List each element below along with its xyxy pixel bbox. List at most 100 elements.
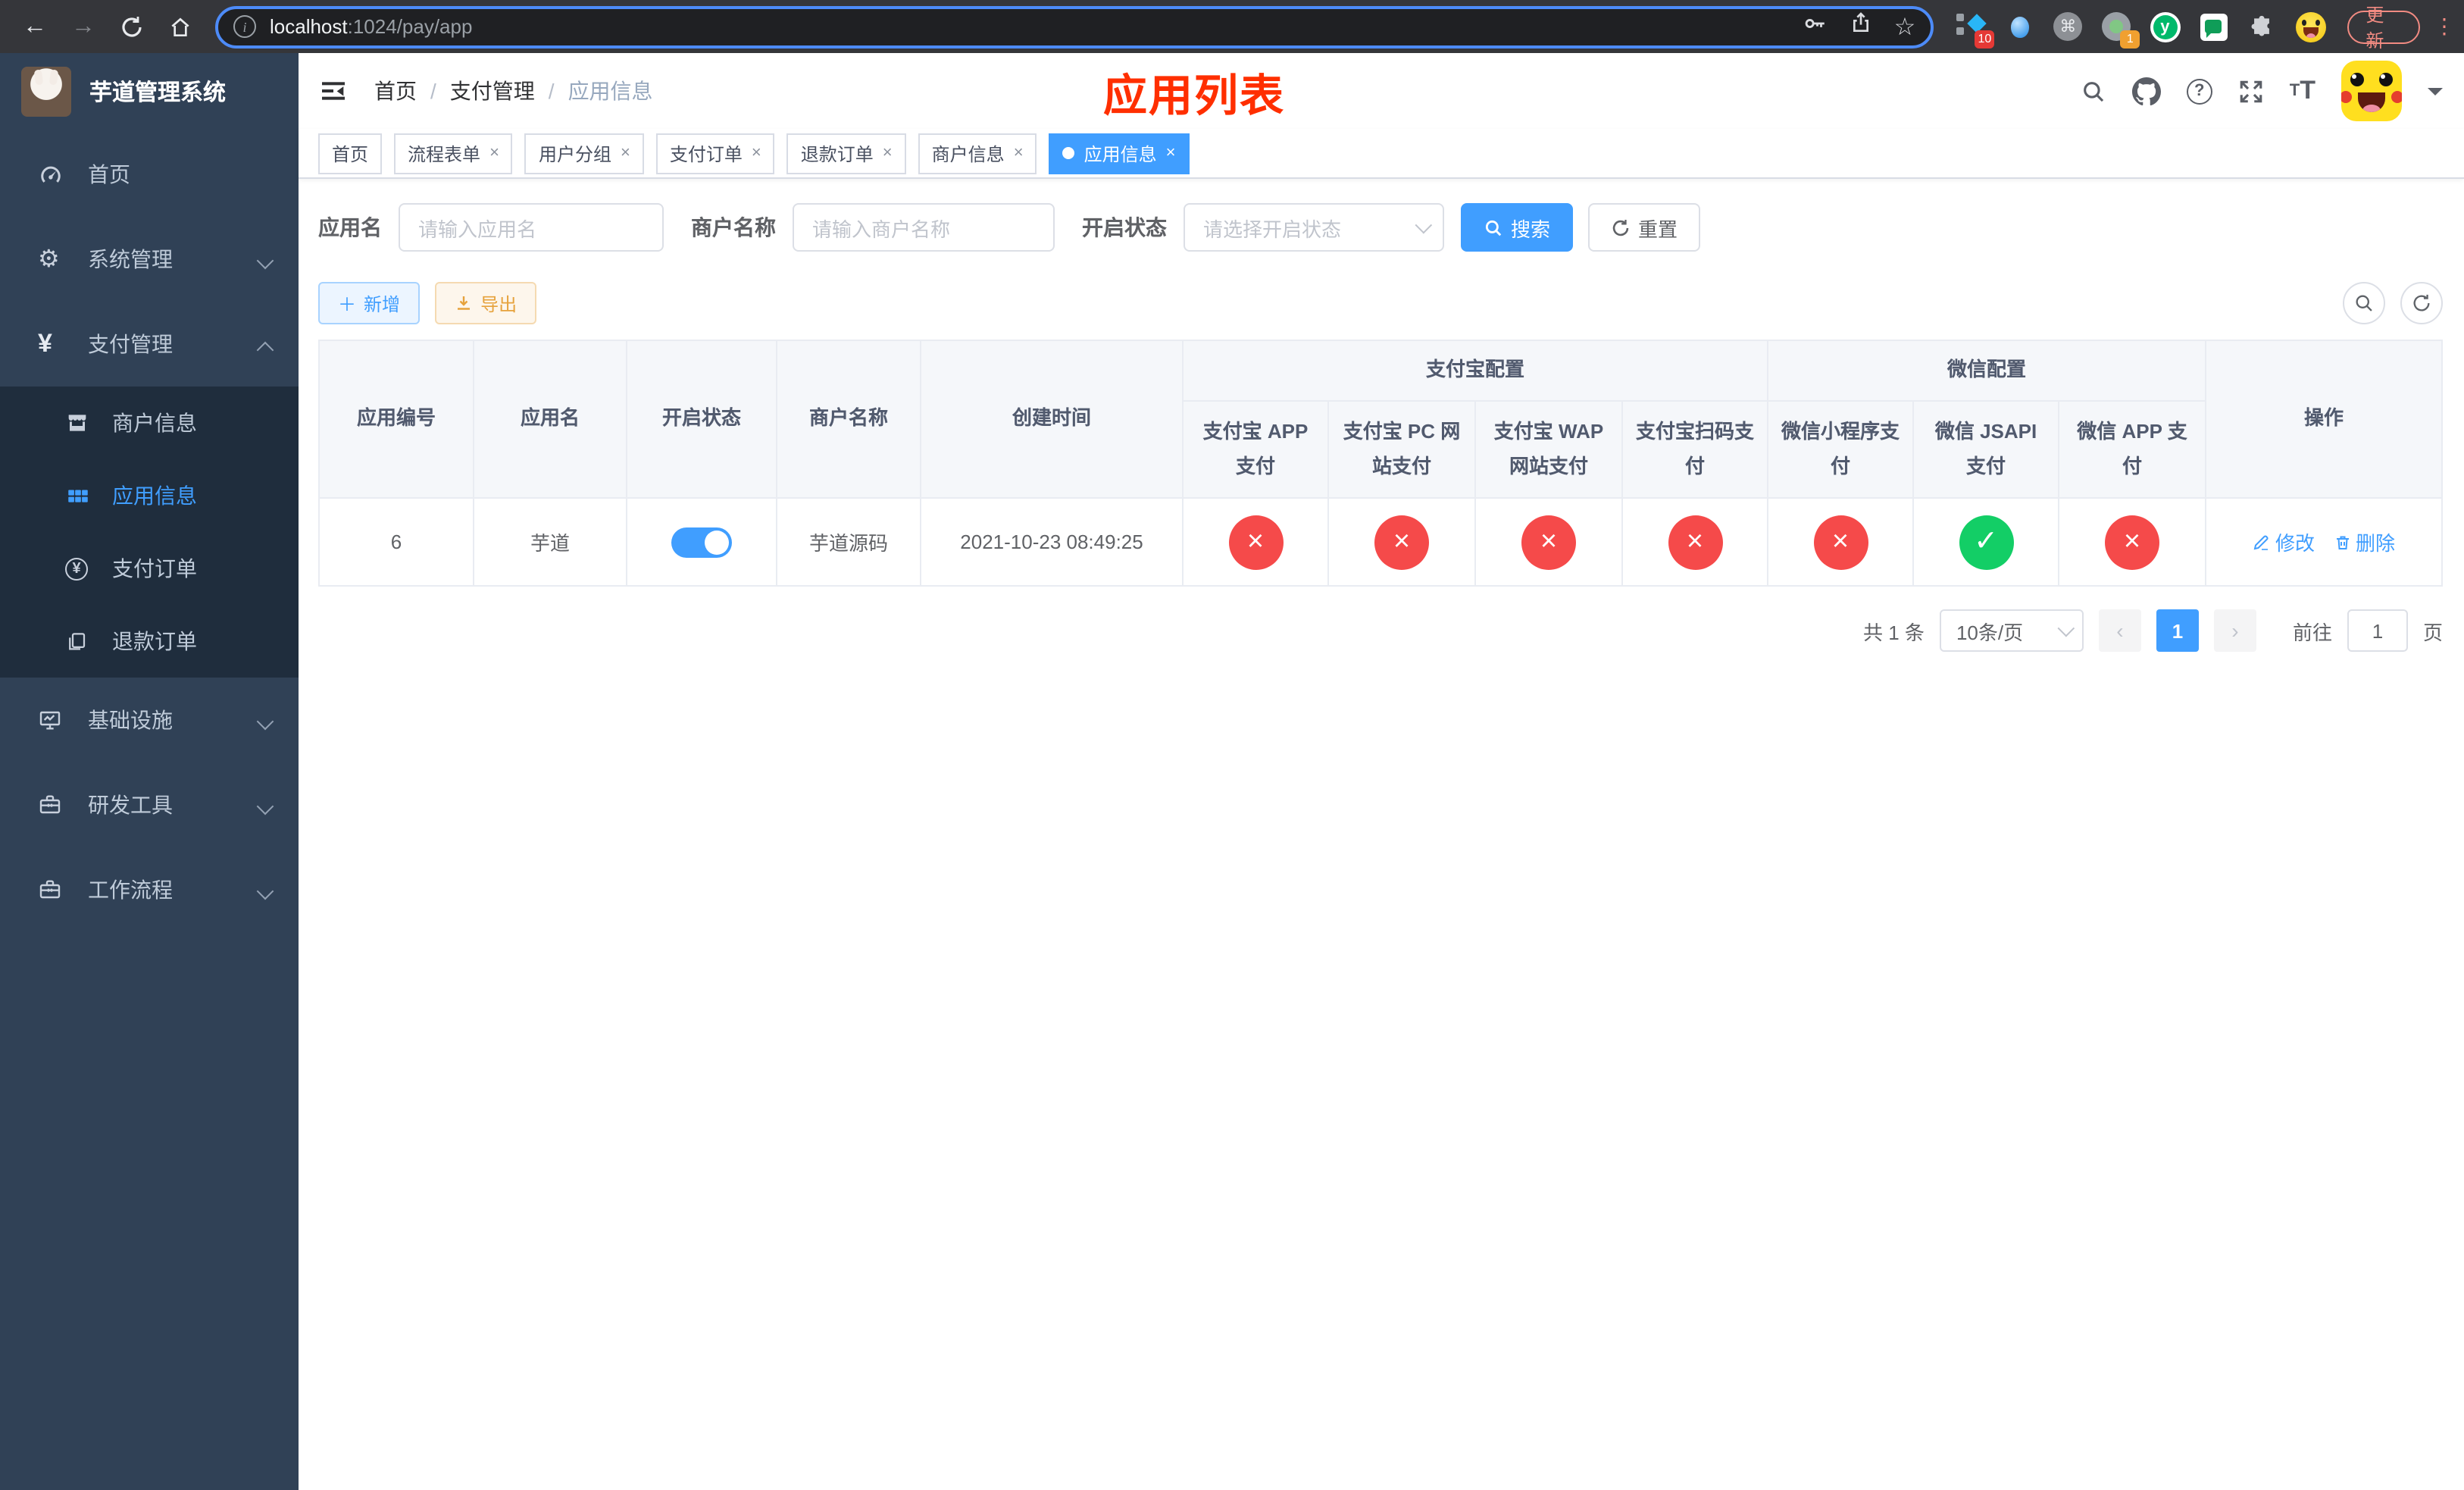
tab-refund-order[interactable]: 退款订单 × xyxy=(786,133,906,174)
refresh-table-button[interactable] xyxy=(2400,282,2443,324)
sidebar-item-workflow[interactable]: 工作流程 xyxy=(0,847,299,932)
balloon-extension-icon[interactable] xyxy=(2003,11,2035,42)
delete-link[interactable]: 删除 xyxy=(2333,527,2395,556)
browser-menu-icon[interactable]: ⋮ xyxy=(2434,14,2455,39)
tab-merchant-info[interactable]: 商户信息 × xyxy=(918,133,1037,174)
tabs-bar: 首页 流程表单 × 用户分组 × 支付订单 × 退款订单 × 商户信息 × 应用信息 × xyxy=(299,129,2464,179)
share-icon[interactable] xyxy=(1849,11,1873,42)
app-name-input[interactable]: 请输入应用名 xyxy=(399,203,664,252)
extensions-tray: 10 ⌘ 1 y xyxy=(1955,11,2326,49)
password-key-icon[interactable] xyxy=(1802,10,1828,43)
status-toggle-on[interactable] xyxy=(671,527,732,557)
tab-label: 应用信息 xyxy=(1083,143,1157,164)
avatar-dropdown-caret[interactable] xyxy=(2428,87,2443,102)
sidebar-item-devtools[interactable]: 研发工具 xyxy=(0,762,299,847)
col-header-wx-app: 微信 APP 支付 xyxy=(2058,400,2207,499)
placeholder-text: 请输入商户名称 xyxy=(812,218,951,240)
browser-back-icon[interactable]: ← xyxy=(15,7,55,46)
sidebar-item-merchant-info[interactable]: 商户信息 xyxy=(0,387,299,459)
address-bar[interactable]: i localhost:1024/pay/app ☆ xyxy=(215,5,1934,48)
sidebar-item-label: 应用信息 xyxy=(112,484,197,508)
app-logo-rabbit xyxy=(21,66,71,116)
col-header-wx-jsapi: 微信 JSAPI 支付 xyxy=(1912,400,2060,499)
breadcrumb-home[interactable]: 首页 xyxy=(374,76,417,106)
sidebar-item-infrastructure[interactable]: 基础设施 xyxy=(0,678,299,762)
prev-page-button[interactable]: ‹ xyxy=(2098,609,2141,652)
close-icon[interactable]: × xyxy=(1014,144,1024,162)
reset-button[interactable]: 重置 xyxy=(1588,203,1701,252)
browser-forward-icon[interactable]: → xyxy=(64,7,103,46)
next-page-button[interactable]: › xyxy=(2213,609,2256,652)
browser-home-icon[interactable] xyxy=(161,7,200,46)
sidebar-item-home[interactable]: 首页 xyxy=(0,132,299,217)
navbar-actions: ? TT xyxy=(2081,61,2443,121)
close-icon[interactable]: × xyxy=(621,144,630,162)
tag-manager-extension-icon[interactable]: 10 xyxy=(1955,11,1995,49)
status-select[interactable]: 请选择开启状态 xyxy=(1184,203,1444,252)
chevron-down-icon xyxy=(259,882,274,897)
goto-page-input[interactable] xyxy=(2347,609,2408,652)
col-header-merchant: 商户名称 xyxy=(776,340,921,499)
sidebar-item-label: 研发工具 xyxy=(88,793,173,817)
goto-label: 前往 xyxy=(2292,621,2332,643)
tab-home[interactable]: 首页 xyxy=(318,133,383,174)
sidebar-logo-row[interactable]: 芋道管理系统 xyxy=(0,53,299,129)
cell-status xyxy=(626,497,777,587)
chrome-update-button[interactable]: 更新 xyxy=(2347,4,2420,51)
sidebar-collapse-icon[interactable] xyxy=(318,76,349,106)
recorder-extension-icon[interactable]: 1 xyxy=(2100,11,2140,49)
chat-extension-icon[interactable] xyxy=(2197,11,2229,42)
cell-created: 2021-10-23 08:49:25 xyxy=(920,497,1184,587)
sidebar-item-system[interactable]: ⚙ 系统管理 xyxy=(0,217,299,302)
smiley-avatar-icon[interactable] xyxy=(2294,11,2326,42)
sidebar-item-pay-order[interactable]: ¥ 支付订单 xyxy=(0,532,299,605)
edit-link[interactable]: 修改 xyxy=(2253,527,2315,556)
monitor-icon xyxy=(38,708,74,732)
alipay-qr-status-badge: × xyxy=(1668,515,1722,569)
merchant-name-input[interactable]: 请输入商户名称 xyxy=(793,203,1055,252)
page-number-1[interactable]: 1 xyxy=(2156,609,2199,652)
sidebar-item-app-info[interactable]: 应用信息 xyxy=(0,459,299,532)
tab-app-info[interactable]: 应用信息 × xyxy=(1049,133,1190,174)
search-icon[interactable] xyxy=(2081,78,2106,104)
help-icon[interactable]: ? xyxy=(2186,78,2212,104)
col-header-actions: 操作 xyxy=(2205,340,2443,499)
font-size-icon[interactable]: TT xyxy=(2290,76,2315,106)
browser-reload-icon[interactable] xyxy=(112,7,152,46)
close-icon[interactable]: × xyxy=(883,144,893,162)
export-button[interactable]: 导出 xyxy=(435,282,537,324)
show-search-toggle-button[interactable] xyxy=(2343,282,2385,324)
url-text[interactable]: localhost:1024/pay/app xyxy=(270,15,1802,38)
fullscreen-icon[interactable] xyxy=(2238,78,2264,104)
plus-icon: ＋ xyxy=(338,293,357,315)
tab-process-form[interactable]: 流程表单 × xyxy=(394,133,513,174)
cell-actions: 修改 删除 xyxy=(2205,497,2443,587)
close-icon[interactable]: × xyxy=(752,144,761,162)
sidebar-item-label: 首页 xyxy=(88,162,130,186)
tab-pay-order[interactable]: 支付订单 × xyxy=(655,133,775,174)
app-title: 芋道管理系统 xyxy=(89,80,227,105)
tab-user-group[interactable]: 用户分组 × xyxy=(524,133,644,174)
search-button[interactable]: 搜索 xyxy=(1461,203,1574,252)
wx-mini-status-badge: × xyxy=(1813,515,1868,569)
close-icon[interactable]: × xyxy=(489,144,499,162)
extensions-puzzle-icon[interactable] xyxy=(2246,11,2278,42)
sidebar-item-label: 支付订单 xyxy=(112,556,197,581)
chevron-up-icon xyxy=(259,337,274,352)
site-info-icon[interactable]: i xyxy=(233,15,256,38)
github-icon[interactable] xyxy=(2131,77,2161,105)
bookmark-star-icon[interactable]: ☆ xyxy=(1894,11,1916,42)
main-panel: 应用列表 首页 / 支付管理 / 应用信息 ? T T 首页 流程表单 × 用户… xyxy=(299,53,2464,1490)
user-avatar[interactable] xyxy=(2341,61,2402,121)
extension-badge: 10 xyxy=(1975,30,1995,49)
breadcrumb-payment[interactable]: 支付管理 xyxy=(450,76,535,106)
command-extension-icon[interactable]: ⌘ xyxy=(2052,11,2084,42)
tab-label: 用户分组 xyxy=(538,143,611,164)
download-icon xyxy=(455,294,473,312)
yuque-extension-icon[interactable]: y xyxy=(2149,11,2181,42)
sidebar-item-refund-order[interactable]: 退款订单 xyxy=(0,605,299,678)
page-size-select[interactable]: 10条/页 xyxy=(1939,609,2084,652)
add-button[interactable]: ＋ 新增 xyxy=(318,282,421,324)
close-icon[interactable]: × xyxy=(1166,144,1176,162)
sidebar-item-payment[interactable]: ¥ 支付管理 xyxy=(0,302,299,387)
